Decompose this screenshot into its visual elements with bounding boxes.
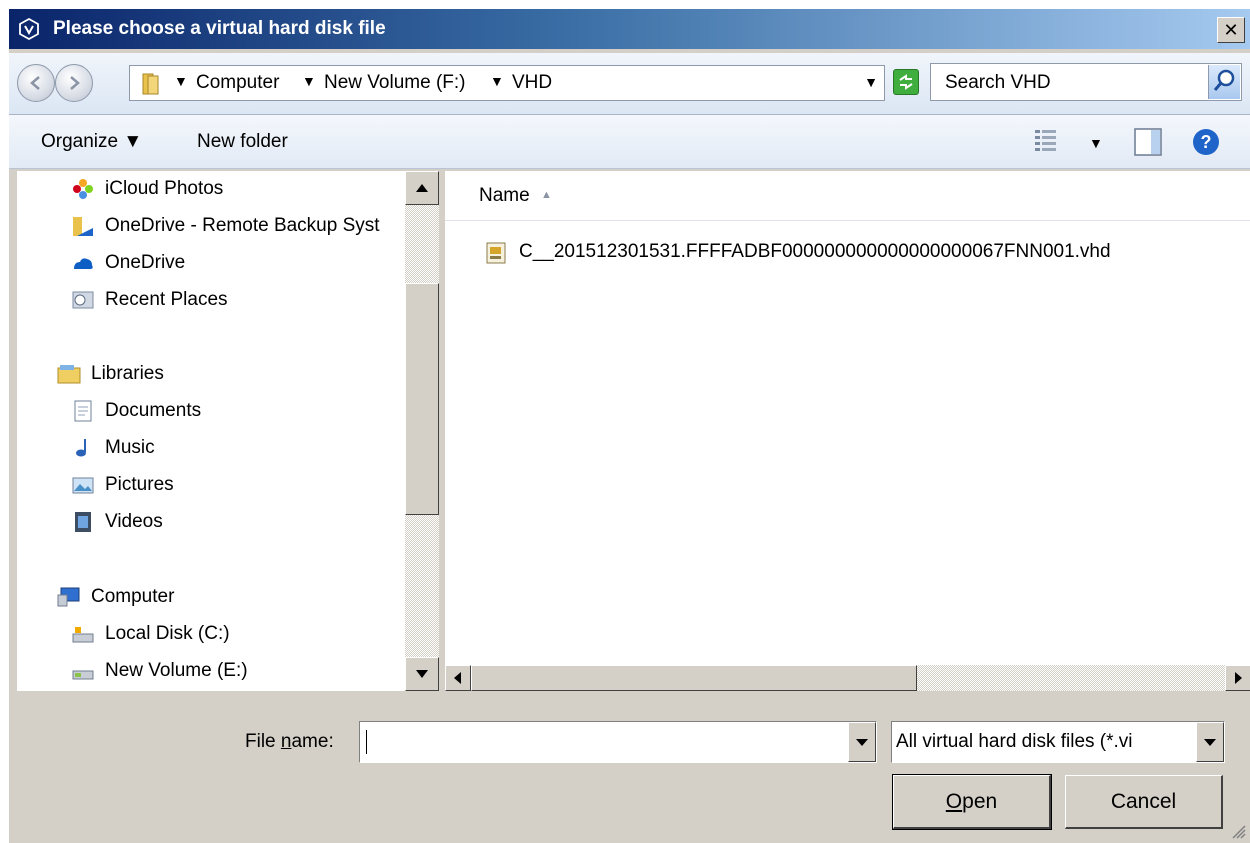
chevron-down-icon xyxy=(856,739,868,746)
vhd-file-icon xyxy=(486,242,506,264)
scroll-up-button[interactable] xyxy=(405,171,439,205)
crumb-chevron-icon[interactable]: ▼ xyxy=(302,73,316,89)
sort-ascending-icon: ▲ xyxy=(541,189,552,201)
back-button[interactable] xyxy=(17,64,55,102)
help-icon[interactable]: ? xyxy=(1191,127,1221,157)
navigation-pane: iCloud Photos OneDrive - Remote Backup S… xyxy=(17,171,405,691)
column-header-name[interactable]: Name ▲ xyxy=(445,171,1250,221)
arrow-up-icon xyxy=(416,184,428,192)
search-placeholder: Search VHD xyxy=(945,72,1051,93)
nav-item-label: Libraries xyxy=(91,363,164,384)
nav-item-label: Music xyxy=(105,437,155,458)
window-title: Please choose a virtual hard disk file xyxy=(53,18,386,39)
breadcrumb-vhd[interactable]: VHD xyxy=(512,72,552,94)
icloud-photos-icon xyxy=(73,179,93,199)
crumb-chevron-icon[interactable]: ▼ xyxy=(174,73,188,89)
navigation-vertical-scrollbar[interactable] xyxy=(405,171,439,691)
back-arrow-icon xyxy=(30,76,40,90)
libraries-icon xyxy=(57,365,81,384)
close-button[interactable]: ✕ xyxy=(1217,17,1245,43)
nav-item-label: iCloud Photos xyxy=(105,178,224,199)
scroll-down-button[interactable] xyxy=(405,657,439,691)
nav-item-label: Pictures xyxy=(105,474,174,495)
address-dropdown-icon[interactable]: ▼ xyxy=(864,74,878,90)
videos-icon xyxy=(75,512,91,532)
nav-item-label: OneDrive xyxy=(105,252,186,273)
onedrive-folder-icon xyxy=(73,217,93,236)
search-button[interactable] xyxy=(1208,65,1240,99)
file-list-horizontal-scrollbar[interactable] xyxy=(445,665,1250,691)
nav-item-label: Computer xyxy=(91,586,175,607)
file-list-pane: Name ▲ C__201512301531.FFFFADBF000000000… xyxy=(445,171,1250,665)
breadcrumb-computer[interactable]: Computer xyxy=(196,72,279,94)
address-bar[interactable]: ▼ Computer ▼ New Volume (F:) ▼ VHD ▼ xyxy=(129,65,885,101)
preview-pane-icon[interactable] xyxy=(1133,127,1163,157)
drive-icon xyxy=(72,670,94,680)
refresh-icon xyxy=(899,74,913,90)
file-name: C__201512301531.FFFFADBF0000000000000000… xyxy=(519,241,1111,262)
search-input[interactable]: Search VHD xyxy=(930,63,1242,101)
command-bar: Organize ▼ New folder ▼ ? xyxy=(9,115,1250,169)
folder-icon xyxy=(142,73,159,95)
nav-item-label: OneDrive - Remote Backup Syst xyxy=(105,215,380,236)
crumb-chevron-icon[interactable]: ▼ xyxy=(490,73,504,89)
view-options-icon[interactable] xyxy=(1033,127,1059,153)
recent-places-icon xyxy=(72,291,94,309)
arrow-left-icon xyxy=(454,672,461,684)
title-bar[interactable]: Please choose a virtual hard disk file ✕ xyxy=(9,9,1250,49)
nav-item-label: New Volume (E:) xyxy=(105,660,248,681)
refresh-button[interactable] xyxy=(893,69,919,95)
nav-item-label: Recent Places xyxy=(105,289,228,310)
organize-menu[interactable]: Organize ▼ xyxy=(41,131,142,153)
text-caret xyxy=(366,730,367,754)
breadcrumb-new-volume-f[interactable]: New Volume (F:) xyxy=(324,72,465,94)
open-button[interactable]: Open xyxy=(892,774,1052,830)
virtualbox-icon xyxy=(19,17,39,41)
arrow-down-icon xyxy=(416,670,428,678)
nav-item-label: Videos xyxy=(105,511,163,532)
chevron-down-icon xyxy=(1204,739,1216,746)
arrow-right-icon xyxy=(1235,672,1242,684)
pictures-icon xyxy=(72,477,94,494)
horizontal-scroll-thumb[interactable] xyxy=(471,665,917,691)
music-icon xyxy=(76,439,86,457)
file-name-label: File name: xyxy=(245,731,334,752)
scroll-thumb[interactable] xyxy=(405,283,439,515)
resize-grip-icon[interactable] xyxy=(1230,823,1246,839)
file-name-dropdown-button[interactable] xyxy=(848,722,876,762)
nav-item-label: Documents xyxy=(105,400,202,421)
scroll-left-button[interactable] xyxy=(445,665,471,691)
file-type-selected: All virtual hard disk files (*.vi xyxy=(896,731,1133,752)
computer-icon xyxy=(57,587,80,607)
nav-item-label: Local Disk (C:) xyxy=(105,623,230,644)
column-header-label: Name xyxy=(479,185,530,206)
forward-arrow-icon xyxy=(70,76,80,90)
onedrive-icon xyxy=(74,258,93,269)
cancel-button[interactable]: Cancel xyxy=(1065,775,1223,829)
file-type-dropdown-button[interactable] xyxy=(1196,722,1224,762)
file-name-input[interactable] xyxy=(359,721,877,763)
view-dropdown-icon[interactable]: ▼ xyxy=(1089,135,1103,151)
local-disk-icon xyxy=(72,627,94,643)
documents-icon xyxy=(74,400,92,422)
scroll-right-button[interactable] xyxy=(1225,665,1250,691)
file-type-select[interactable]: All virtual hard disk files (*.vi xyxy=(891,721,1225,763)
forward-button[interactable] xyxy=(55,64,93,102)
svg-text:?: ? xyxy=(1201,132,1212,152)
address-row: ▼ Computer ▼ New Volume (F:) ▼ VHD ▼ Sea… xyxy=(9,53,1250,115)
file-open-dialog: Please choose a virtual hard disk file ✕… xyxy=(8,8,1250,843)
search-icon xyxy=(1213,69,1235,91)
new-folder-button[interactable]: New folder xyxy=(197,131,288,153)
